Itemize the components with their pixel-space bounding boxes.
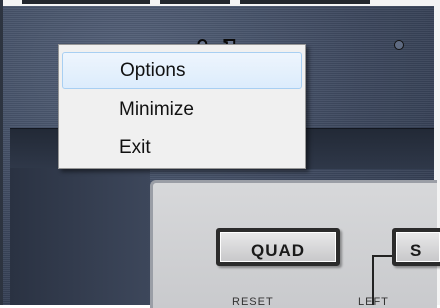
window-left-edge	[0, 0, 3, 305]
context-menu: Options Minimize Exit	[58, 44, 306, 169]
panel-trace-line	[372, 255, 394, 257]
registered-mark-icon	[394, 40, 404, 50]
top-strip-segment	[22, 0, 150, 4]
reset-label: RESET	[232, 296, 274, 308]
s-button[interactable]: S	[392, 228, 440, 266]
menu-item-options[interactable]: Options	[62, 52, 302, 89]
top-strip-segment	[160, 0, 230, 4]
quad-button[interactable]: QUAD	[216, 228, 340, 266]
menu-item-exit[interactable]: Exit	[62, 129, 302, 166]
inset-left-panel	[10, 168, 150, 305]
left-label: LEFT	[358, 296, 389, 308]
top-strip-segment	[240, 0, 370, 4]
menu-item-minimize[interactable]: Minimize	[62, 91, 302, 128]
